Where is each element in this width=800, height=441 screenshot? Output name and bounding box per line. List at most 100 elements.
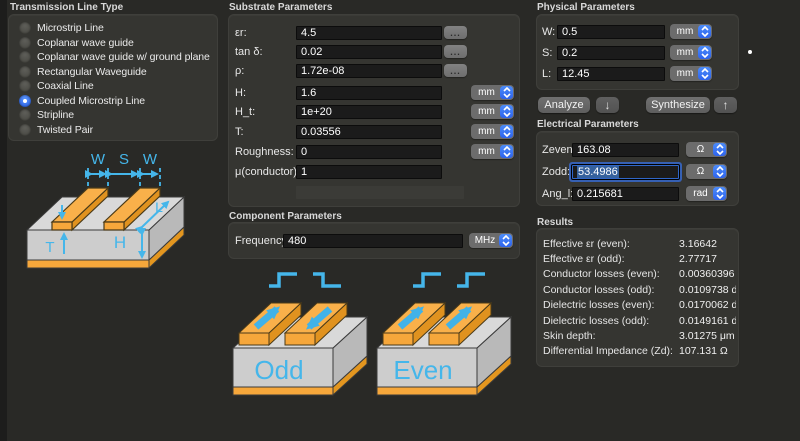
option-label: Coplanar wave guide w/ ground plane (37, 51, 210, 63)
arrow-up-icon: ↑ (723, 98, 729, 112)
synthesize-arrow-button[interactable]: ↑ (714, 97, 737, 113)
line-type-option-coaxial[interactable]: Coaxial Line (19, 79, 215, 93)
ht-input[interactable] (296, 105, 442, 119)
substrate-parameters-title: Substrate Parameters (229, 2, 332, 13)
option-label: Coaxial Line (37, 80, 94, 92)
t-label: T: (235, 126, 244, 138)
frequency-input[interactable] (283, 234, 463, 248)
s-input[interactable] (557, 46, 665, 60)
rho-more-button[interactable]: ... (444, 64, 467, 77)
t-unit-select[interactable]: mm (471, 124, 514, 139)
radio-selected-icon[interactable] (19, 95, 31, 107)
physical-parameters-group: W: mm S: mm L: mm (536, 14, 739, 90)
er-more-button[interactable]: ... (444, 26, 467, 39)
chevron-up-down-icon (500, 86, 513, 99)
line-type-option-cpw-ground[interactable]: Coplanar wave guide w/ ground plane (19, 50, 215, 64)
ht-label: H_t: (235, 106, 255, 118)
results-title: Results (537, 217, 573, 228)
result-row: Dielectric losses (odd):0.0149161 d (543, 313, 736, 328)
w-unit-select[interactable]: mm (670, 24, 712, 39)
trace-left-front (52, 222, 72, 230)
zodd-unit-select[interactable]: Ω (686, 164, 727, 179)
radio-icon[interactable] (19, 80, 31, 92)
radio-icon[interactable] (19, 37, 31, 49)
er-label: εr: (235, 27, 247, 39)
h-unit-select[interactable]: mm (471, 85, 514, 100)
radio-icon[interactable] (19, 51, 31, 63)
rho-input[interactable] (296, 64, 442, 78)
zeven-input[interactable] (572, 143, 679, 157)
frequency-unit-select[interactable]: MHz (469, 233, 513, 248)
physical-parameters-title: Physical Parameters (537, 2, 635, 13)
angl-input[interactable] (572, 187, 679, 201)
analyze-button[interactable]: Analyze (538, 97, 590, 113)
selected-text: 53.4986 (577, 166, 619, 178)
tand-input[interactable] (296, 45, 442, 59)
unit-label: mm (471, 126, 500, 137)
l-unit-select[interactable]: mm (670, 66, 712, 81)
ht-unit-select[interactable]: mm (471, 104, 514, 119)
zodd-input[interactable]: 53.4986 (572, 165, 679, 179)
dim-label-t: T (45, 239, 54, 256)
odd-mode-diagram: Odd (229, 267, 369, 409)
result-row: Effective εr (odd):2.77717 (543, 251, 736, 266)
transmission-line-type-title: Transmission Line Type (10, 2, 123, 13)
unit-label: Ω (686, 166, 713, 177)
unit-label: mm (471, 106, 500, 117)
line-type-option-coupled-microstrip[interactable]: Coupled Microstrip Line (19, 94, 215, 108)
even-mode-label: Even (393, 355, 452, 385)
roughness-unit-select[interactable]: mm (471, 144, 514, 159)
s-label: S: (542, 47, 552, 59)
option-label: Rectangular Waveguide (37, 66, 147, 78)
radio-icon[interactable] (19, 66, 31, 78)
ground-plane-front (27, 260, 149, 268)
analyze-arrow-button[interactable]: ↓ (596, 97, 619, 113)
angl-label: Ang_l: (542, 188, 573, 200)
unit-label: mm (471, 146, 500, 157)
substrate-parameters-group: εr: ... tan δ: ... ρ: ... H: mm H_t: mm … (228, 14, 520, 207)
electrical-parameters-group: Zeven: Ω Zodd: 53.4986 Ω Ang_l: rad (536, 131, 739, 206)
h-input[interactable] (296, 86, 442, 100)
line-type-option-rect-waveguide[interactable]: Rectangular Waveguide (19, 65, 215, 79)
chevron-up-down-icon (698, 67, 711, 80)
chevron-up-down-icon (500, 145, 513, 158)
trace-right-front (104, 222, 124, 230)
chevron-up-down-icon (499, 234, 512, 247)
radio-icon[interactable] (19, 109, 31, 121)
even-mode-diagram: Even (373, 267, 513, 409)
line-type-option-cpw[interactable]: Coplanar wave guide (19, 36, 215, 50)
zodd-label: Zodd: (542, 166, 570, 178)
mu-conductor-input[interactable] (296, 165, 442, 179)
transmission-line-type-group: Microstrip Line Coplanar wave guide Copl… (8, 14, 218, 141)
synthesize-button[interactable]: Synthesize (646, 97, 710, 113)
roughness-input[interactable] (296, 145, 442, 159)
l-label: L: (542, 68, 551, 80)
t-input[interactable] (296, 125, 442, 139)
radio-icon[interactable] (19, 124, 31, 136)
chevron-up-down-icon (698, 46, 711, 59)
line-type-option-microstrip[interactable]: Microstrip Line (19, 21, 215, 35)
tand-more-button[interactable]: ... (444, 45, 467, 58)
zeven-unit-select[interactable]: Ω (686, 142, 727, 157)
s-unit-select[interactable]: mm (670, 45, 712, 60)
option-label: Coplanar wave guide (37, 37, 134, 49)
odd-mode-label: Odd (254, 355, 303, 385)
option-label: Coupled Microstrip Line (37, 95, 145, 107)
l-input[interactable] (557, 67, 665, 81)
dim-label-w-left: W (91, 151, 106, 168)
line-type-option-stripline[interactable]: Stripline (19, 108, 215, 122)
unit-label: rad (686, 188, 713, 199)
line-type-option-twisted-pair[interactable]: Twisted Pair (19, 123, 215, 137)
unit-label: mm (670, 68, 698, 79)
dim-label-l: L (155, 199, 163, 215)
component-parameters-title: Component Parameters (229, 211, 342, 222)
unit-label: mm (670, 47, 698, 58)
er-input[interactable] (296, 26, 442, 40)
w-input[interactable] (557, 25, 665, 39)
unit-label: MHz (469, 235, 499, 246)
chevron-up-down-icon (713, 187, 726, 200)
radio-icon[interactable] (19, 22, 31, 34)
unit-label: mm (471, 87, 500, 98)
angl-unit-select[interactable]: rad (686, 186, 727, 201)
result-row: Conductor losses (odd):0.0109738 d (543, 282, 736, 297)
